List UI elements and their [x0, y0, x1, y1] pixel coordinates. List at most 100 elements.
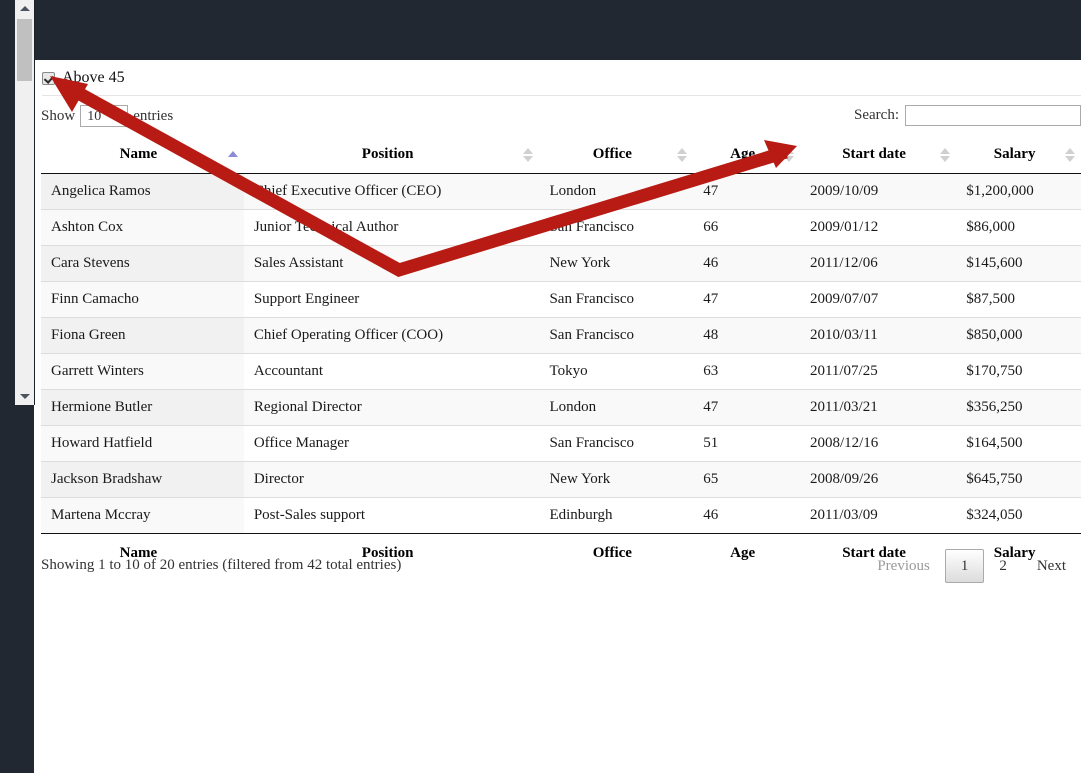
cell-salary: $645,750	[956, 461, 1081, 498]
footer-column-office: Office	[539, 533, 694, 572]
cell-start-date: 2011/03/09	[799, 497, 957, 534]
table-row[interactable]: Howard Hatfield Office Manager San Francis…	[41, 425, 1081, 462]
scroll-up-arrow-icon[interactable]	[15, 0, 34, 17]
cell-salary: $164,500	[956, 425, 1081, 462]
cell-position: Support Engineer	[243, 281, 540, 318]
cell-office: San Francisco	[539, 317, 694, 354]
cell-position: Accountant	[243, 353, 540, 390]
cell-age: 47	[693, 389, 800, 426]
horizontal-divider	[42, 95, 1081, 96]
column-header-start-date-label: Start date	[842, 146, 906, 162]
cell-name: Jackson Bradshaw	[41, 461, 244, 498]
table-row[interactable]: Ashton Cox Junior Technical Author San Fra…	[41, 209, 1081, 246]
pagination-page-1-button[interactable]: 1	[944, 549, 985, 583]
pagination-previous-button[interactable]: Previous	[862, 550, 945, 582]
scroll-down-arrow-icon[interactable]	[15, 388, 34, 405]
sort-both-icon[interactable]	[940, 147, 951, 163]
table-row[interactable]: Garrett Winters Accountant Tokyo 63 2011/07/…	[41, 353, 1081, 390]
cell-office: New York	[539, 245, 694, 282]
cell-salary: $87,500	[956, 281, 1081, 318]
above-45-filter-row[interactable]: Above 45	[42, 69, 125, 87]
column-header-salary[interactable]: Salary	[956, 136, 1081, 174]
cell-name: Fiona Green	[41, 317, 244, 354]
table-row[interactable]: Finn Camacho Support Engineer San Francisc…	[41, 281, 1081, 318]
column-header-position-label: Position	[361, 146, 414, 162]
cell-age: 47	[693, 173, 800, 210]
page-content: Above 45 Show 102550100 entries Search: …	[34, 60, 1081, 773]
table-row[interactable]: Angelica Ramos Chief Executive Officer (C…	[41, 173, 1081, 210]
cell-office: New York	[539, 461, 694, 498]
cell-position: Post-Sales support	[243, 497, 540, 534]
column-header-position[interactable]: Position	[243, 136, 540, 174]
cell-start-date: 2008/12/16	[799, 425, 957, 462]
sort-both-icon[interactable]	[1065, 147, 1075, 163]
page-scrollbar[interactable]	[15, 0, 35, 405]
table-pagination[interactable]: Previous 1 2 Next	[862, 549, 1081, 583]
cell-start-date: 2008/09/26	[799, 461, 957, 498]
table-search-control[interactable]: Search:	[854, 105, 1081, 126]
above-45-checkbox[interactable]	[42, 71, 55, 85]
table-body: Angelica Ramos Chief Executive Officer (C…	[41, 173, 1081, 534]
cell-start-date: 2011/07/25	[799, 353, 957, 390]
pagination-page-2-button[interactable]: 2	[984, 550, 1022, 582]
cell-age: 46	[693, 497, 800, 534]
cell-position: Junior Technical Author	[243, 209, 540, 246]
cell-office: London	[539, 173, 694, 210]
length-prefix-label: Show	[41, 107, 76, 124]
scrollbar-thumb[interactable]	[17, 19, 32, 81]
cell-name: Howard Hatfield	[41, 425, 244, 462]
cell-office: San Francisco	[539, 425, 694, 462]
cell-age: 63	[693, 353, 800, 390]
sort-both-icon[interactable]	[783, 147, 794, 163]
cell-age: 51	[693, 425, 800, 462]
cell-start-date: 2010/03/11	[799, 317, 957, 354]
cell-name: Hermione Butler	[41, 389, 244, 426]
cell-salary: $170,750	[956, 353, 1081, 390]
cell-start-date: 2009/01/12	[799, 209, 957, 246]
column-header-name[interactable]: Name	[41, 136, 244, 174]
sort-ascending-icon[interactable]	[227, 147, 238, 163]
search-input[interactable]	[905, 105, 1081, 126]
table-header-row: Name Position Office Age Start date Sala…	[41, 136, 1081, 174]
table-row[interactable]: Jackson Bradshaw Director New York 65 2008/0…	[41, 461, 1081, 498]
table-length-control[interactable]: Show 102550100 entries	[41, 105, 173, 127]
length-suffix-label: entries	[133, 107, 174, 124]
cell-age: 65	[693, 461, 800, 498]
sort-both-icon[interactable]	[677, 147, 688, 163]
cell-position: Office Manager	[243, 425, 540, 462]
pagination-next-button[interactable]: Next	[1022, 550, 1081, 582]
cell-position: Chief Executive Officer (CEO)	[243, 173, 540, 210]
cell-position: Director	[243, 461, 540, 498]
entries-per-page-select[interactable]: 102550100	[80, 105, 129, 127]
cell-name: Ashton Cox	[41, 209, 244, 246]
column-header-office-label: Office	[592, 146, 632, 162]
cell-salary: $356,250	[956, 389, 1081, 426]
employees-table: Name Position Office Age Start date Sala…	[41, 136, 1081, 572]
sort-both-icon[interactable]	[523, 147, 534, 163]
cell-name: Finn Camacho	[41, 281, 244, 318]
cell-office: London	[539, 389, 694, 426]
cell-salary: $86,000	[956, 209, 1081, 246]
column-header-start-date[interactable]: Start date	[799, 136, 957, 174]
table-info-text: Showing 1 to 10 of 20 entries (filtered …	[41, 557, 402, 573]
cell-salary: $1,200,000	[956, 173, 1081, 210]
cell-salary: $850,000	[956, 317, 1081, 354]
table-head: Name Position Office Age Start date Sala…	[41, 136, 1081, 174]
cell-office: San Francisco	[539, 281, 694, 318]
cell-age: 48	[693, 317, 800, 354]
table-row[interactable]: Cara Stevens Sales Assistant New York 46 201…	[41, 245, 1081, 282]
column-header-office[interactable]: Office	[539, 136, 694, 174]
cell-salary: $145,600	[956, 245, 1081, 282]
table-row[interactable]: Martena Mccray Post-Sales support Edinburg…	[41, 497, 1081, 534]
table-row[interactable]: Hermione Butler Regional Director London 47…	[41, 389, 1081, 426]
cell-office: Tokyo	[539, 353, 694, 390]
cell-age: 66	[693, 209, 800, 246]
browser-top-bar	[34, 0, 1081, 60]
cell-name: Cara Stevens	[41, 245, 244, 282]
cell-start-date: 2009/07/07	[799, 281, 957, 318]
column-header-age[interactable]: Age	[693, 136, 800, 174]
cell-name: Garrett Winters	[41, 353, 244, 390]
cell-age: 47	[693, 281, 800, 318]
table-row[interactable]: Fiona Green Chief Operating Officer (COO)…	[41, 317, 1081, 354]
search-label: Search:	[854, 107, 899, 123]
